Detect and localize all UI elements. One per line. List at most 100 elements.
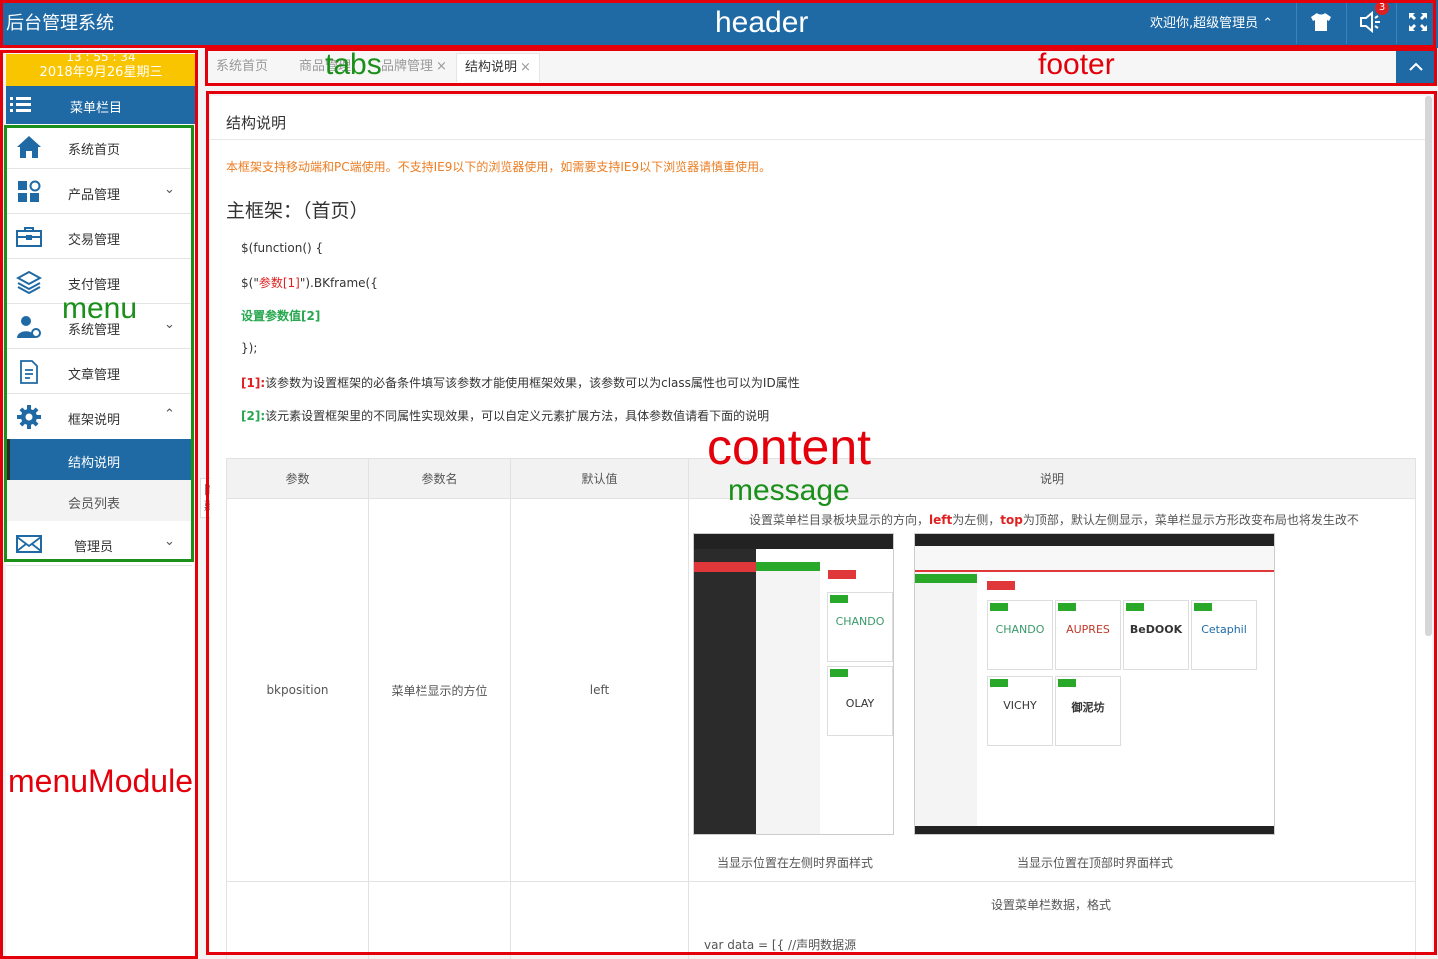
thumb-brand: 御泥坊 <box>1071 701 1105 714</box>
code-sample: var data = [{ //声明数据源 <box>704 938 857 952</box>
thumb-brand: Cetaphil <box>1201 623 1247 636</box>
chevron-down-icon: ⌄ <box>164 317 175 332</box>
divider <box>210 139 1432 140</box>
layers-icon <box>16 269 42 295</box>
thumb-tag <box>830 669 848 677</box>
document-icon <box>16 359 42 385</box>
left-layout-screenshot: CHANDO OLAY <box>693 533 894 835</box>
app-root: 后台管理系统 欢迎你,超级管理员 ⌃ 3 13 : 55 : 34 2018年9… <box>0 0 1438 959</box>
thumb-brand: VICHY <box>1003 699 1037 712</box>
submenu-item-structure[interactable]: 结构说明 <box>6 439 192 480</box>
sidebar-item-admin[interactable]: 管理员 ⌄ <box>6 521 192 566</box>
sidebar-item-framework[interactable]: 框架说明 ⌃ <box>6 394 192 439</box>
note-text: 该参数为设置框架的必备条件填写该参数才能使用框架效果，该参数可以为class属性… <box>265 376 800 390</box>
thumb-product-card: AUPRES <box>1055 600 1121 670</box>
menu-title: 菜单栏目 <box>70 101 123 116</box>
sidebar-item-payment[interactable]: 支付管理 <box>6 259 192 304</box>
tab-label: 商品管理 <box>299 59 352 74</box>
content-scrollbar[interactable] <box>1425 96 1432 636</box>
table-cell: 菜单栏显示的方位 <box>368 498 511 882</box>
sidebar-item-trade[interactable]: 交易管理 <box>6 214 192 259</box>
notification-badge: 3 <box>1375 1 1389 15</box>
table-header: 参数 <box>226 458 369 499</box>
close-icon[interactable]: × <box>520 60 531 75</box>
tab-products[interactable]: 商品管理 <box>299 53 351 82</box>
tab-structure[interactable]: 结构说明 × <box>456 53 540 82</box>
desc-part: 为左侧， <box>952 513 1001 527</box>
table-cell <box>368 881 511 959</box>
tab-label: 品牌管理 <box>381 59 434 74</box>
sidebar-item-label: 系统管理 <box>68 323 121 338</box>
table-header: 说明 <box>688 458 1416 499</box>
sidebar-item-home[interactable]: 系统首页 <box>6 124 192 169</box>
chevron-down-icon: ⌄ <box>164 182 175 197</box>
thumb-product-card: CHANDO <box>987 600 1053 670</box>
thumb-tag <box>830 595 848 603</box>
thumb-tag <box>1058 603 1076 611</box>
thumb-header <box>915 534 1274 546</box>
thumb-brand: CHANDO <box>835 615 885 628</box>
thumb-category-list <box>756 562 820 834</box>
section-heading: 主框架：（首页） <box>226 200 369 222</box>
fullscreen-button[interactable] <box>1396 0 1438 44</box>
sidebar-item-label: 支付管理 <box>68 278 121 293</box>
tab-label: 系统首页 <box>216 59 269 74</box>
table-cell <box>226 881 369 959</box>
close-icon[interactable]: × <box>436 59 447 74</box>
thumb-header <box>694 534 893 549</box>
desc-part: 为顶部，默认左侧显示，菜单栏显示方形改变布局也将发生改不 <box>1022 513 1359 527</box>
tab-home[interactable]: 系统首页 <box>216 53 268 82</box>
code-line: $("参数[1]").BKframe({ <box>241 274 378 291</box>
submenu-item-members[interactable]: 会员列表 <box>6 480 192 521</box>
thumb-add-button <box>987 581 1015 590</box>
note-text: 该元素设置框架里的不同属性实现效果，可以自定义元素扩展方法，具体参数值请看下面的… <box>265 409 770 423</box>
briefcase-icon <box>16 224 42 250</box>
tshirt-icon <box>1310 13 1331 31</box>
thumb-sidebar <box>694 549 756 834</box>
thumb-product-card: CHANDO <box>827 592 893 662</box>
caption-left-layout: 当显示位置在左侧时界面样式 <box>717 856 874 870</box>
thumb-category-list <box>915 572 977 826</box>
table-header: 默认值 <box>510 458 689 499</box>
chevron-up-icon: ⌃ <box>164 407 175 422</box>
table-cell-description: 设置菜单栏数据，格式 var data = [{ //声明数据源 <box>688 881 1416 959</box>
thumb-category-head <box>756 562 820 571</box>
sidebar-item-system[interactable]: 系统管理 ⌄ <box>6 304 192 349</box>
user-gear-icon <box>16 314 42 340</box>
param-table: 参数 参数名 默认值 说明 bkposition 菜单栏显示的方位 left 设… <box>226 458 1416 959</box>
user-menu[interactable]: 欢迎你,超级管理员 ⌃ <box>1150 12 1273 31</box>
thumb-product-card: OLAY <box>827 666 893 736</box>
menu-header[interactable]: 菜单栏目 <box>6 86 196 124</box>
table-header: 参数名 <box>368 458 511 499</box>
grid-icon <box>16 179 42 205</box>
theme-button[interactable] <box>1296 0 1344 44</box>
gear-icon <box>16 404 42 430</box>
note-tag: [1]: <box>241 376 266 390</box>
table-cell: bkposition <box>226 498 369 882</box>
thumb-product-card: BeDOOK <box>1123 600 1189 670</box>
thumb-product-card: 御泥坊 <box>1055 676 1121 746</box>
tab-brands[interactable]: 品牌管理 × <box>381 53 447 82</box>
desc-keyword: top <box>1000 513 1023 527</box>
table-row: bkposition 菜单栏显示的方位 left 设置菜单栏目录板块显示的方向，… <box>226 498 1416 882</box>
description-text: 设置菜单栏数据，格式 <box>991 898 1112 912</box>
thumb-add-button <box>828 570 856 579</box>
sidebar-item-label: 框架说明 <box>68 413 121 428</box>
sidebar-item-label: 文章管理 <box>68 368 121 383</box>
collapse-header-button[interactable] <box>1396 50 1436 84</box>
code-line: 设置参数值[2] <box>241 309 321 323</box>
sidebar-item-products[interactable]: 产品管理 ⌄ <box>6 169 192 214</box>
table-cell-description: 设置菜单栏目录板块显示的方向，left为左侧，top为顶部，默认左侧显示，菜单栏… <box>688 498 1416 882</box>
sidebar-item-label: 管理员 <box>74 540 114 555</box>
param-note: [1]:该参数为设置框架的必备条件填写该参数才能使用框架效果，该参数可以为cla… <box>241 374 800 391</box>
clock-date: 2018年9月26星期三 <box>39 65 163 80</box>
header-bar: 后台管理系统 欢迎你,超级管理员 ⌃ 3 <box>0 0 1438 48</box>
thumb-tag <box>1126 603 1144 611</box>
thumb-menu-bar <box>694 562 756 572</box>
sidebar-item-articles[interactable]: 文章管理 <box>6 349 192 394</box>
thumb-brand: AUPRES <box>1066 623 1110 636</box>
submenu-item-label: 结构说明 <box>68 456 121 471</box>
table-row: 设置菜单栏数据，格式 var data = [{ //声明数据源 <box>226 881 1416 959</box>
welcome-text: 欢迎你,超级管理员 <box>1150 16 1259 31</box>
panel-title: 结构说明 <box>226 114 287 132</box>
